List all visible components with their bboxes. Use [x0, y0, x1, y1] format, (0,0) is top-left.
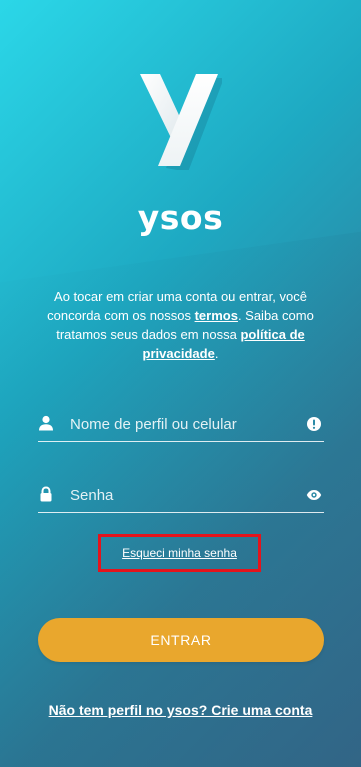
brand-name: ysos [137, 198, 224, 237]
signup-prompt: Não tem perfil no ysos? Crie uma conta [0, 700, 361, 719]
person-icon [39, 415, 53, 431]
password-field [38, 478, 324, 513]
forgot-password-link[interactable]: Esqueci minha senha [122, 546, 237, 560]
lock-icon [40, 486, 52, 502]
enter-button[interactable]: ENTRAR [38, 618, 324, 662]
create-account-link[interactable]: Não tem perfil no ysos? Crie uma conta [49, 702, 313, 718]
username-field [38, 407, 324, 442]
ysos-y-logo-icon [140, 74, 222, 170]
login-screen: ysos Ao tocar em criar uma conta ou entr… [0, 0, 361, 767]
terms-link[interactable]: termos [195, 308, 238, 323]
password-input[interactable] [70, 482, 298, 508]
eye-icon[interactable] [306, 487, 322, 503]
forgot-password-highlight: Esqueci minha senha [98, 534, 261, 572]
username-input[interactable] [70, 411, 298, 437]
terms-text-part-3: . [214, 346, 219, 361]
terms-notice: Ao tocar em criar uma conta ou entrar, v… [40, 287, 321, 363]
alert-icon[interactable] [306, 416, 322, 432]
